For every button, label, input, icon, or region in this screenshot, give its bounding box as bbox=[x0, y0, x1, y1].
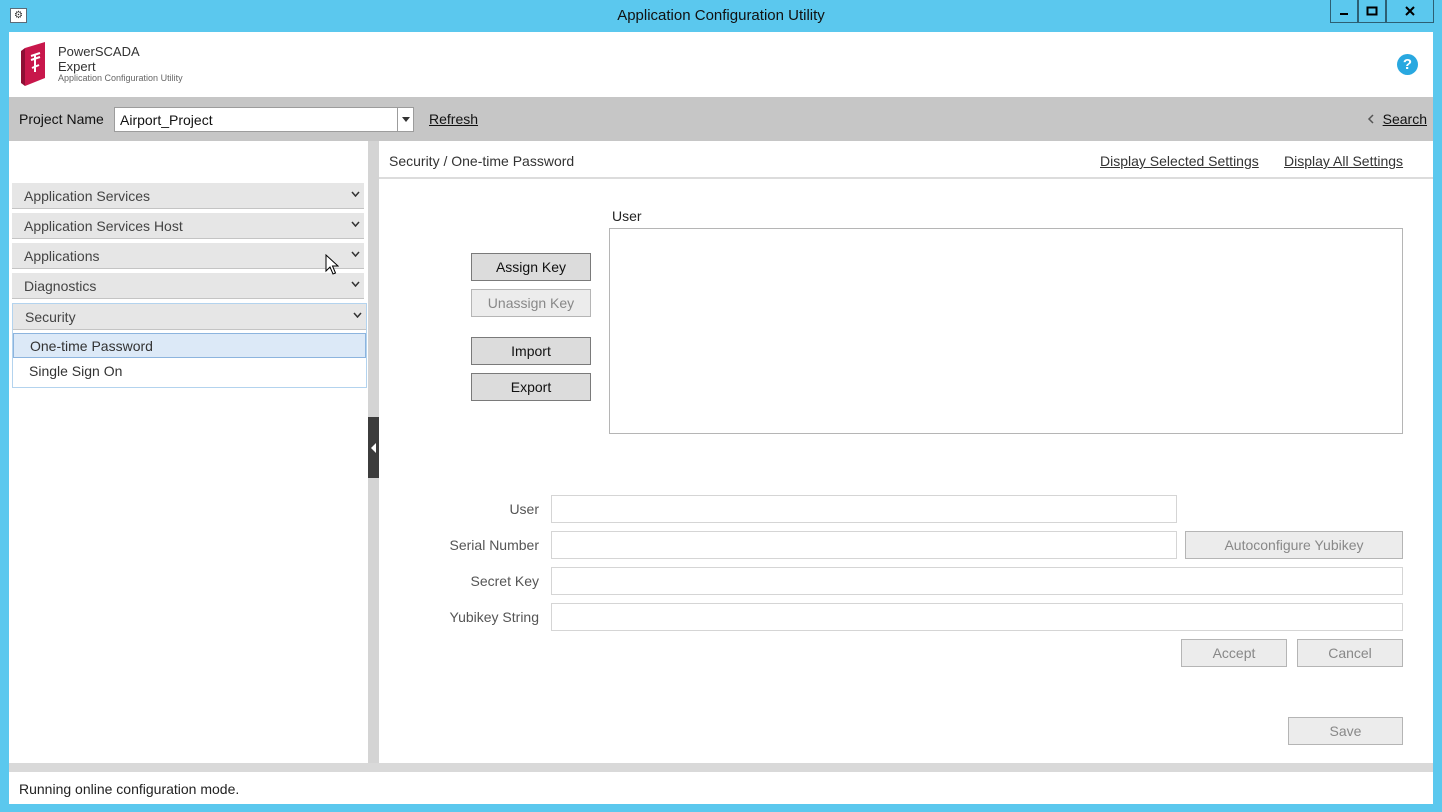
save-button[interactable]: Save bbox=[1288, 717, 1403, 745]
project-bar: Project Name Airport_Project Refresh Sea… bbox=[9, 97, 1433, 141]
app-window: ⚙ Application Configuration Utility Powe… bbox=[0, 0, 1442, 812]
sidebar-item-label: Applications bbox=[24, 248, 100, 264]
breadcrumb: Security / One-time Password bbox=[389, 153, 575, 169]
sidebar-group-security: Security One-time Password Single Sign O… bbox=[12, 303, 367, 388]
sidebar-subitem-label: Single Sign On bbox=[29, 363, 123, 379]
chevron-down-icon bbox=[353, 312, 362, 318]
export-button[interactable]: Export bbox=[471, 373, 591, 401]
autoconfigure-yubikey-button[interactable]: Autoconfigure Yubikey bbox=[1185, 531, 1403, 559]
unassign-key-button[interactable]: Unassign Key bbox=[471, 289, 591, 317]
secret-key-label: Secret Key bbox=[470, 573, 539, 589]
assign-key-button[interactable]: Assign Key bbox=[471, 253, 591, 281]
chevron-down-icon bbox=[351, 251, 360, 257]
chevron-down-icon bbox=[351, 191, 360, 197]
status-text: Running online configuration mode. bbox=[19, 781, 240, 797]
cancel-button[interactable]: Cancel bbox=[1297, 639, 1403, 667]
brand-tagline: Application Configuration Utility bbox=[58, 73, 183, 83]
accept-button[interactable]: Accept bbox=[1181, 639, 1287, 667]
sidebar-item-application-services-host[interactable]: Application Services Host bbox=[12, 213, 364, 239]
project-name-label: Project Name bbox=[19, 111, 104, 127]
status-bar: Running online configuration mode. bbox=[9, 772, 1433, 804]
navigation-panel: Application Services Application Service… bbox=[9, 141, 368, 763]
chevron-down-icon bbox=[351, 281, 360, 287]
mouse-pointer-icon bbox=[325, 254, 339, 275]
collapse-panel-icon[interactable] bbox=[368, 417, 379, 478]
search-link[interactable]: Search bbox=[1367, 111, 1427, 127]
user-list-label: User bbox=[612, 208, 642, 224]
sidebar-subitem-label: One-time Password bbox=[30, 338, 153, 354]
client-area: PowerSCADA Expert Application Configurat… bbox=[9, 32, 1433, 804]
maximize-icon[interactable] bbox=[1358, 0, 1386, 23]
app-header: PowerSCADA Expert Application Configurat… bbox=[9, 32, 1433, 97]
yubikey-string-label: Yubikey String bbox=[449, 609, 540, 625]
project-select-value: Airport_Project bbox=[120, 112, 213, 128]
brand-name: PowerSCADA bbox=[58, 44, 140, 59]
minimize-icon[interactable] bbox=[1330, 0, 1358, 23]
refresh-link[interactable]: Refresh bbox=[429, 111, 478, 127]
window-title: Application Configuration Utility bbox=[617, 7, 825, 24]
user-list[interactable] bbox=[609, 228, 1403, 434]
brand-subname: Expert bbox=[58, 59, 96, 74]
powerscada-logo-icon bbox=[21, 42, 45, 86]
chevron-down-icon bbox=[351, 221, 360, 227]
display-selected-settings-link[interactable]: Display Selected Settings bbox=[1100, 153, 1259, 169]
content-panel: Security / One-time Password Display Sel… bbox=[379, 141, 1433, 763]
yubikey-string-field[interactable] bbox=[551, 603, 1403, 631]
sidebar-item-applications[interactable]: Applications bbox=[12, 243, 364, 269]
sidebar-item-security[interactable]: Security bbox=[13, 304, 366, 330]
user-field[interactable] bbox=[551, 495, 1177, 523]
user-field-label: User bbox=[509, 501, 539, 517]
secret-key-field[interactable] bbox=[551, 567, 1403, 595]
dropdown-arrow-icon[interactable] bbox=[397, 108, 413, 131]
close-icon[interactable] bbox=[1386, 0, 1434, 23]
sidebar-item-label: Diagnostics bbox=[24, 278, 97, 294]
serial-number-field[interactable] bbox=[551, 531, 1177, 559]
help-icon[interactable]: ? bbox=[1397, 54, 1418, 75]
display-all-settings-link[interactable]: Display All Settings bbox=[1284, 153, 1403, 169]
sidebar-item-diagnostics[interactable]: Diagnostics bbox=[12, 273, 364, 299]
project-select[interactable]: Airport_Project bbox=[114, 107, 414, 132]
sidebar-item-application-services[interactable]: Application Services bbox=[12, 183, 364, 209]
title-bar[interactable]: ⚙ Application Configuration Utility bbox=[0, 0, 1442, 32]
sidebar-subitem-single-sign-on[interactable]: Single Sign On bbox=[13, 359, 366, 384]
sidebar-item-label: Security bbox=[25, 309, 76, 325]
window-controls bbox=[1330, 0, 1434, 24]
sidebar-item-label: Application Services Host bbox=[24, 218, 183, 234]
sidebar-item-label: Application Services bbox=[24, 188, 151, 204]
serial-number-label: Serial Number bbox=[449, 537, 539, 553]
sidebar-subitem-one-time-password[interactable]: One-time Password bbox=[13, 333, 366, 358]
search-label: Search bbox=[1382, 111, 1427, 127]
import-button[interactable]: Import bbox=[471, 337, 591, 365]
content-header: Security / One-time Password Display Sel… bbox=[379, 141, 1433, 179]
chevron-left-icon bbox=[1367, 114, 1374, 124]
